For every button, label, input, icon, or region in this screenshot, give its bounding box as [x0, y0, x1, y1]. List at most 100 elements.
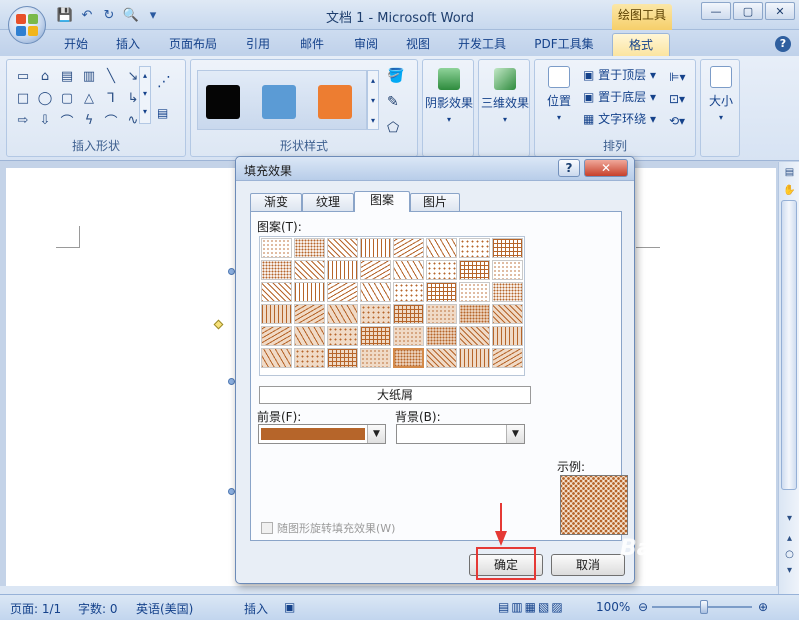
status-mode[interactable]: 插入 [244, 600, 268, 617]
tab-pdf-tools[interactable]: PDF工具集 [528, 33, 600, 56]
rotate-with-shape-option[interactable]: 随图形旋转填充效果(W) [261, 520, 395, 536]
dialog-close-button[interactable]: ✕ [584, 159, 628, 177]
fill-color-icon[interactable]: 🪣 [387, 68, 404, 84]
tab-format[interactable]: 格式 [612, 33, 670, 56]
pattern-swatch[interactable] [426, 304, 457, 324]
status-page[interactable]: 页面: 1/1 [10, 600, 61, 617]
pattern-swatch[interactable] [327, 238, 358, 258]
down-arrow-shape-icon[interactable]: ⇩ [35, 110, 55, 130]
pattern-swatch[interactable] [492, 282, 523, 302]
tab-insert[interactable]: 插入 [108, 33, 148, 56]
pattern-swatch[interactable] [261, 238, 292, 258]
pattern-swatch[interactable] [261, 260, 292, 280]
size-button[interactable]: 大小 ▾ [701, 66, 741, 122]
pattern-swatch[interactable] [459, 326, 490, 346]
vertical-text-icon[interactable]: ▥ [79, 66, 99, 86]
shape-gallery-scroll[interactable]: ▴ ▾ ▾ [139, 66, 151, 124]
pattern-swatch[interactable] [294, 260, 325, 280]
pattern-swatch[interactable] [294, 326, 325, 346]
tab-home[interactable]: 开始 [56, 33, 96, 56]
tab-gradient[interactable]: 渐变 [250, 193, 302, 211]
send-to-back-button[interactable]: ▣ 置于底层 ▾ [583, 88, 656, 105]
align-icon[interactable]: ⊫▾ ⊡▾ ⟲▾ [669, 66, 685, 132]
pattern-swatch[interactable] [261, 304, 292, 324]
pattern-swatch[interactable] [426, 238, 457, 258]
textbox-shape-icon[interactable]: ▭ [13, 66, 33, 86]
change-shape-icon[interactable]: ⬠ [387, 120, 399, 136]
background-color-dropdown[interactable]: ▼ [396, 424, 525, 444]
line-shape-icon[interactable]: ╲ [101, 66, 121, 86]
freeform-shape-icon[interactable]: ⌒ [57, 110, 77, 130]
pattern-swatch[interactable] [393, 282, 424, 302]
office-button[interactable] [8, 6, 46, 44]
horizontal-scrollbar[interactable] [0, 586, 778, 594]
style-gallery-scroll[interactable]: ▴ ▾ ▾ [367, 70, 379, 130]
customize-qat-icon[interactable]: ▾ [144, 6, 162, 24]
pattern-swatch[interactable] [327, 282, 358, 302]
style-swatch-black[interactable] [206, 85, 240, 119]
pattern-swatch[interactable] [261, 282, 292, 302]
cancel-button[interactable]: 取消 [551, 554, 625, 576]
pattern-swatch[interactable] [492, 238, 523, 258]
pattern-swatch[interactable] [327, 326, 358, 346]
dialog-help-button[interactable]: ? [558, 159, 580, 177]
pattern-swatch[interactable] [294, 304, 325, 324]
bring-to-front-button[interactable]: ▣ 置于顶层 ▾ [583, 66, 656, 83]
vertical-scrollbar[interactable]: ▤ ✋ ▾ ▴ ○ ▾ [778, 162, 799, 594]
shape-handle-bottom[interactable] [228, 488, 235, 495]
zoom-in-icon[interactable]: ⊕ [758, 600, 768, 614]
pattern-swatch[interactable] [360, 304, 391, 324]
position-button[interactable]: 位置 ▾ [539, 66, 579, 122]
callout-shape-icon[interactable]: ⌂ [35, 66, 55, 86]
pattern-swatch[interactable] [393, 326, 424, 346]
pattern-swatch[interactable] [426, 260, 457, 280]
pattern-swatch[interactable] [459, 304, 490, 324]
restore-button[interactable]: ▢ [733, 2, 763, 20]
zoom-out-icon[interactable]: ⊖ [638, 600, 648, 614]
status-words[interactable]: 字数: 0 [78, 600, 118, 617]
tab-page-layout[interactable]: 页面布局 [162, 33, 224, 56]
rounded-rect-icon[interactable]: ▢ [57, 88, 77, 108]
pattern-swatch[interactable] [360, 238, 391, 258]
pattern-swatch[interactable] [393, 238, 424, 258]
text-wrap-button[interactable]: ▦ 文字环绕 ▾ [583, 110, 656, 127]
tab-pattern[interactable]: 图案 [354, 191, 410, 212]
lightning-shape-icon[interactable]: ϟ [79, 110, 99, 130]
draw-textbox-icon[interactable]: ▤ [157, 106, 168, 120]
browse-object-icon[interactable]: ○ [783, 548, 796, 561]
pattern-swatch[interactable] [294, 282, 325, 302]
pattern-swatch[interactable] [294, 238, 325, 258]
pattern-swatch[interactable] [459, 282, 490, 302]
pattern-swatch[interactable] [327, 348, 358, 368]
pattern-swatch[interactable] [426, 348, 457, 368]
tab-texture[interactable]: 纹理 [302, 193, 354, 211]
pan-hand-icon[interactable]: ✋ [783, 184, 796, 197]
tab-developer[interactable]: 开发工具 [450, 33, 514, 56]
undo-icon[interactable]: ↶ [78, 6, 96, 24]
tab-review[interactable]: 审阅 [346, 33, 386, 56]
triangle-shape-icon[interactable]: △ [79, 88, 99, 108]
pattern-swatch[interactable] [459, 238, 490, 258]
minimize-button[interactable]: — [701, 2, 731, 20]
pattern-swatch[interactable] [492, 260, 523, 280]
tab-picture[interactable]: 图片 [410, 193, 460, 211]
3d-effects-button[interactable]: 三维效果 ▾ [479, 68, 531, 124]
save-icon[interactable]: 💾 [56, 6, 74, 24]
tab-references[interactable]: 引用 [238, 33, 278, 56]
pattern-swatch[interactable] [459, 348, 490, 368]
view-buttons-icon[interactable]: ▤▥▦▧▨ [498, 600, 565, 614]
tab-view[interactable]: 视图 [398, 33, 438, 56]
style-swatch-blue[interactable] [262, 85, 296, 119]
rectangle-shape-icon[interactable]: □ [13, 88, 33, 108]
pattern-swatch[interactable] [492, 348, 523, 368]
shape-handle-top[interactable] [228, 268, 235, 275]
pattern-swatch[interactable] [261, 348, 292, 368]
foreground-color-dropdown[interactable]: ▼ [258, 424, 386, 444]
prev-page-icon[interactable]: ▴ [783, 532, 796, 545]
status-zoom[interactable]: 100% [596, 600, 630, 614]
pattern-swatch[interactable] [393, 348, 424, 368]
pattern-swatch[interactable] [492, 304, 523, 324]
pattern-swatch[interactable] [294, 348, 325, 368]
oval-shape-icon[interactable]: ◯ [35, 88, 55, 108]
pattern-swatch[interactable] [426, 282, 457, 302]
